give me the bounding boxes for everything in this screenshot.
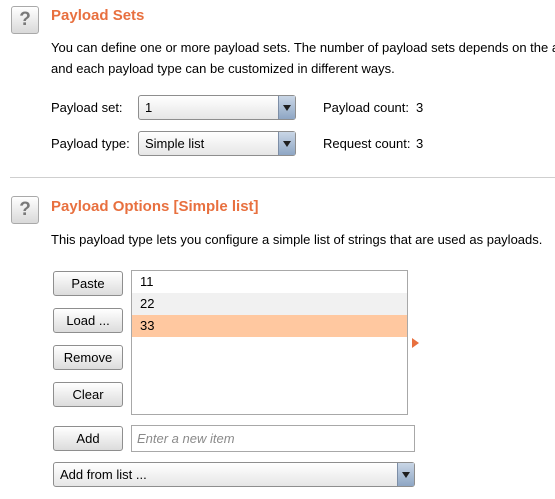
list-item[interactable]: 11 bbox=[132, 271, 407, 293]
add-from-list-dropdown[interactable]: Add from list ... bbox=[53, 462, 415, 487]
chevron-down-icon bbox=[278, 96, 295, 119]
list-item[interactable]: 22 bbox=[132, 293, 407, 315]
chevron-down-icon bbox=[278, 132, 295, 155]
payload-options-description: This payload type lets you configure a s… bbox=[51, 232, 543, 247]
payload-sets-description-line1: You can define one or more payload sets.… bbox=[51, 40, 555, 55]
payload-count-value: 3 bbox=[416, 100, 424, 115]
add-button[interactable]: Add bbox=[53, 426, 123, 451]
chevron-down-icon bbox=[397, 463, 414, 486]
section-title-payload-sets: Payload Sets bbox=[51, 7, 145, 24]
payload-type-dropdown[interactable]: Simple list bbox=[138, 131, 296, 156]
request-count-label: Request count: bbox=[323, 136, 411, 151]
payload-type-value: Simple list bbox=[145, 136, 205, 151]
request-count-value: 3 bbox=[416, 136, 424, 151]
payload-count-label: Payload count: bbox=[323, 100, 410, 115]
paste-button[interactable]: Paste bbox=[53, 271, 123, 296]
caret-right-icon bbox=[412, 338, 419, 348]
section-divider bbox=[10, 177, 555, 178]
help-icon-payload-options[interactable]: ? bbox=[11, 196, 39, 224]
add-from-list-label: Add from list ... bbox=[60, 467, 147, 482]
payload-list[interactable]: 11 22 33 bbox=[131, 270, 408, 415]
payload-type-label: Payload type: bbox=[51, 136, 130, 151]
help-icon-payload-sets[interactable]: ? bbox=[11, 6, 39, 34]
remove-button[interactable]: Remove bbox=[53, 345, 123, 370]
payload-sets-description-line2: and each payload type can be customized … bbox=[51, 61, 395, 76]
payload-set-value: 1 bbox=[145, 100, 153, 115]
payload-set-dropdown[interactable]: 1 bbox=[138, 95, 296, 120]
load-button[interactable]: Load ... bbox=[53, 308, 123, 333]
section-title-payload-options: Payload Options [Simple list] bbox=[51, 198, 259, 215]
new-item-input[interactable]: Enter a new item bbox=[131, 425, 415, 452]
list-item-selected[interactable]: 33 bbox=[132, 315, 407, 337]
clear-button[interactable]: Clear bbox=[53, 382, 123, 407]
payload-set-label: Payload set: bbox=[51, 100, 123, 115]
